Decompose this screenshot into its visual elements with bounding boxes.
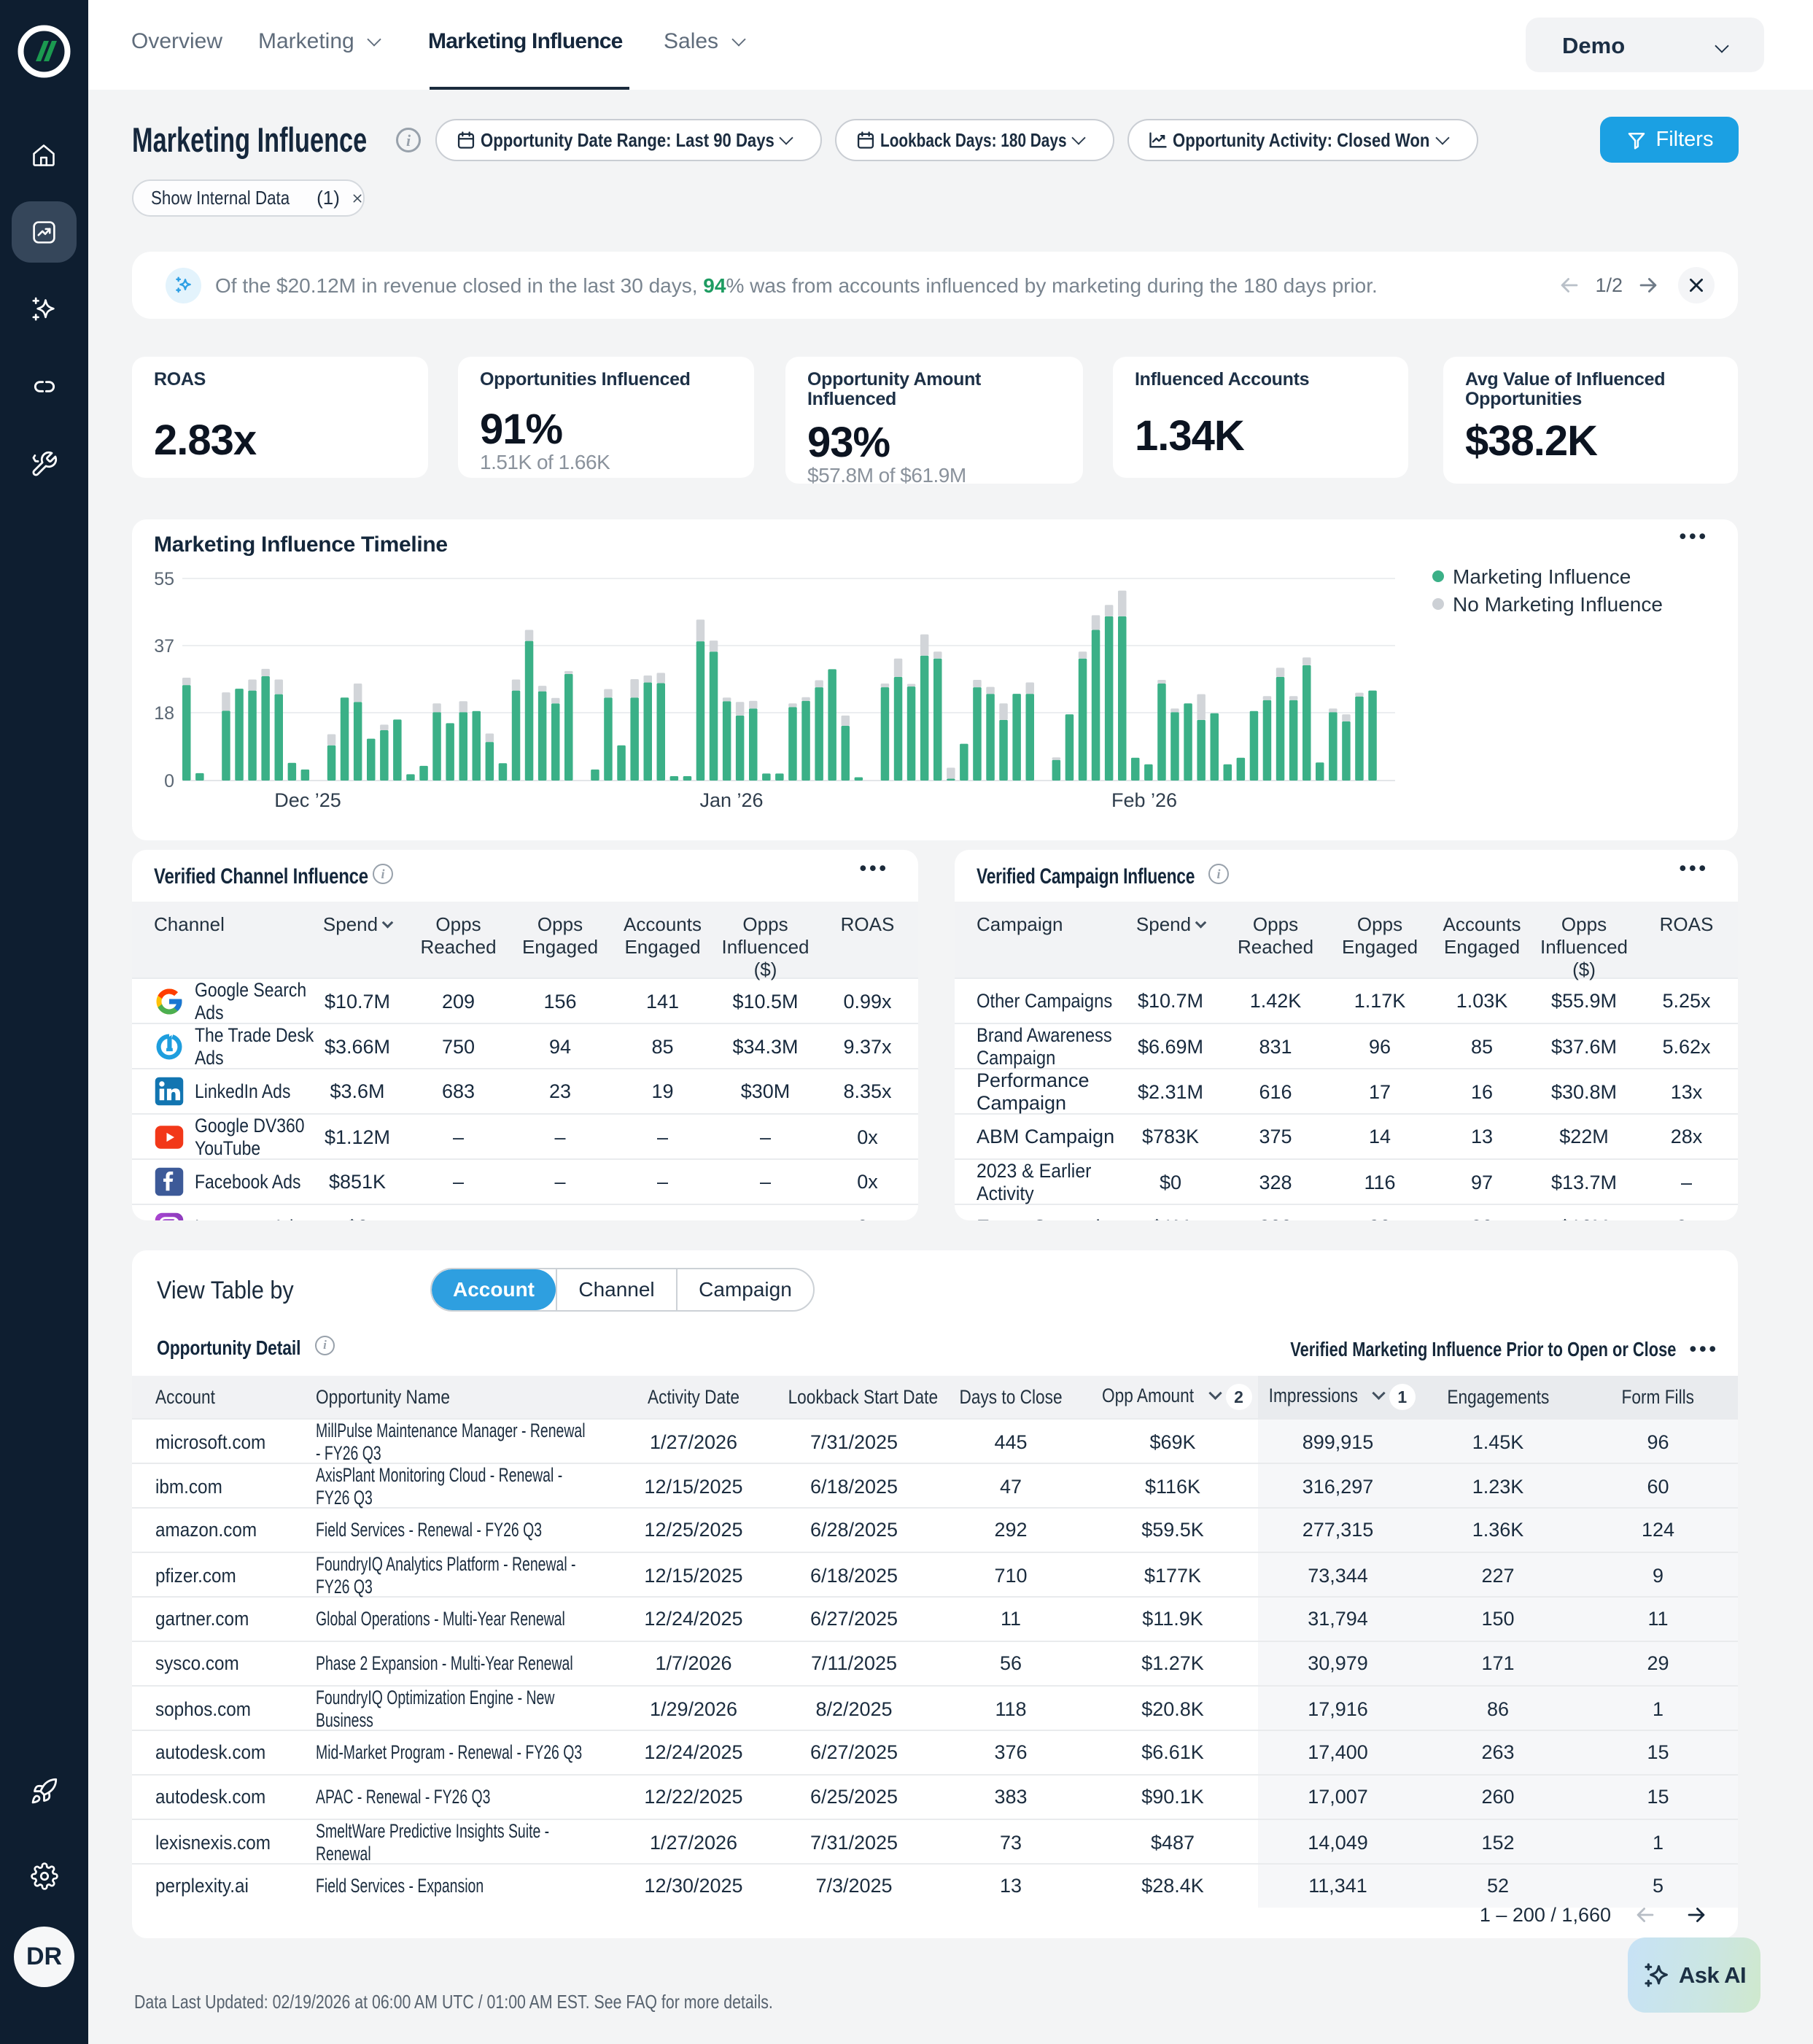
svg-text:No Marketing Influence: No Marketing Influence: [1453, 593, 1663, 616]
svg-text:55: 55: [154, 569, 174, 589]
svg-text:37: 37: [154, 636, 174, 657]
svg-text:18: 18: [154, 703, 174, 724]
svg-text:Jan ’26: Jan ’26: [699, 789, 763, 811]
svg-text:Dec ’25: Dec ’25: [274, 789, 341, 811]
svg-text:0: 0: [164, 771, 174, 791]
svg-text:Feb ’26: Feb ’26: [1111, 789, 1177, 811]
svg-text:Marketing Influence: Marketing Influence: [1453, 565, 1631, 588]
